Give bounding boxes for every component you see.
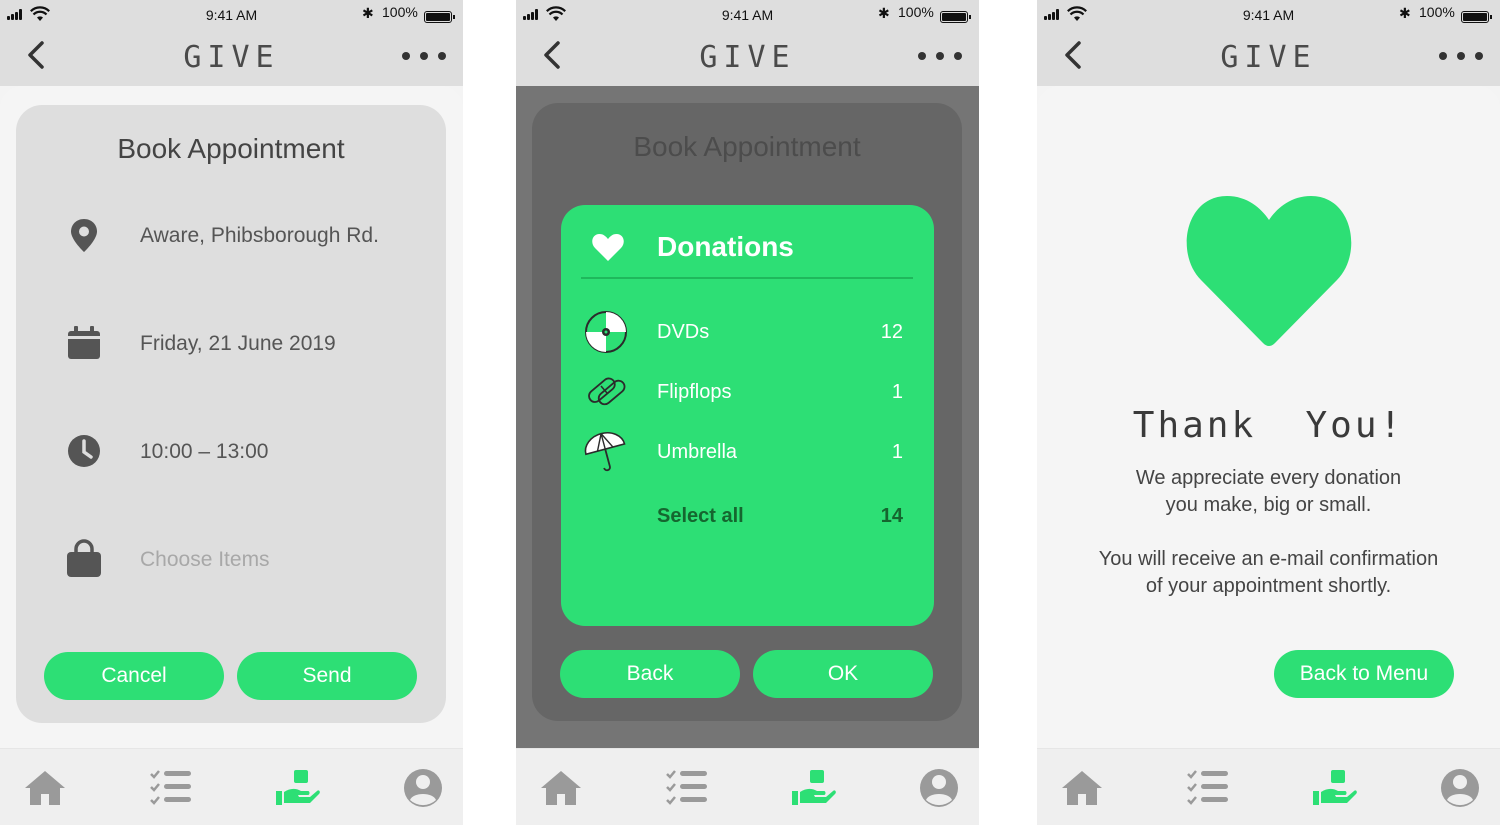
checklist-icon[interactable] — [1185, 767, 1231, 809]
battery-percent: 100% — [1419, 4, 1455, 20]
profile-icon[interactable] — [1437, 767, 1483, 809]
item-label: Umbrella — [657, 441, 738, 463]
confirmation-line-2: of your appointment shortly. — [1145, 575, 1392, 597]
disc-icon — [585, 311, 627, 353]
profile-icon[interactable] — [400, 767, 446, 809]
location-text: Aware, Phibsborough Rd. — [140, 224, 379, 247]
heart-icon — [1186, 196, 1352, 346]
top-bar: 9:41 AM ✱ 100% GIVE — [516, 0, 979, 86]
location-pin-icon — [71, 219, 97, 252]
tab-bar — [516, 748, 979, 825]
donation-item-dvds[interactable]: DVDs 12 — [583, 309, 903, 355]
card-title: Book Appointment — [117, 133, 345, 164]
bluetooth-icon: ✱ — [878, 5, 890, 21]
donations-modal: Donations DVDs 12 Flipflops 1 Umbrella 1… — [561, 205, 934, 626]
give-hand-icon[interactable] — [790, 767, 836, 809]
umbrella-icon — [584, 432, 626, 472]
heart-icon — [592, 234, 624, 261]
thank-you-heading: Thank You! — [1132, 405, 1405, 446]
time-text: 10:00 – 13:00 — [140, 440, 269, 463]
card-title-dimmed: Book Appointment — [633, 131, 861, 162]
select-all-row[interactable]: Select all 14 — [583, 493, 903, 539]
phone-thank-you: 9:41 AM ✱ 100% GIVE Thank You! We apprec… — [1037, 0, 1500, 825]
confirmation-line-1: You will receive an e-mail confirmation — [1098, 548, 1439, 570]
bluetooth-icon: ✱ — [362, 5, 374, 21]
select-all-count: 14 — [880, 505, 903, 527]
home-icon[interactable] — [22, 767, 68, 809]
donation-item-flipflops[interactable]: Flipflops 1 — [583, 369, 903, 415]
flipflops-icon — [588, 377, 626, 406]
home-icon[interactable] — [538, 767, 584, 809]
give-hand-icon[interactable] — [1311, 767, 1357, 809]
cancel-button[interactable]: Cancel — [44, 652, 224, 700]
top-bar: 9:41 AM ✱ 100% GIVE — [1037, 0, 1500, 86]
shopping-bag-icon — [67, 539, 101, 577]
battery-icon — [424, 11, 455, 23]
item-count: 1 — [891, 381, 903, 403]
more-options-icon[interactable] — [1439, 52, 1483, 62]
item-count: 1 — [891, 441, 903, 463]
battery-icon — [940, 11, 971, 23]
tab-bar — [1037, 748, 1500, 825]
more-options-icon[interactable] — [918, 52, 962, 62]
tab-bar — [0, 748, 463, 825]
give-hand-icon[interactable] — [274, 767, 320, 809]
app-title: GIVE — [183, 40, 280, 75]
choose-items-placeholder: Choose Items — [140, 548, 270, 571]
status-bar: 9:41 AM ✱ 100% — [516, 4, 979, 24]
donation-item-umbrella[interactable]: Umbrella 1 — [583, 429, 903, 475]
back-button[interactable]: Back — [560, 650, 740, 698]
phone-donations-modal: 9:41 AM ✱ 100% GIVE Book Appointment Don… — [516, 0, 979, 825]
battery-percent: 100% — [382, 4, 418, 20]
home-icon[interactable] — [1059, 767, 1105, 809]
send-button[interactable]: Send — [237, 652, 417, 700]
profile-icon[interactable] — [916, 767, 962, 809]
select-all-label: Select all — [657, 505, 744, 527]
divider — [581, 277, 913, 279]
ok-button[interactable]: OK — [753, 650, 933, 698]
app-title: GIVE — [1220, 40, 1317, 75]
top-bar: 9:41 AM ✱ 100% GIVE — [0, 0, 463, 86]
app-title: GIVE — [699, 40, 796, 75]
back-to-menu-button[interactable]: Back to Menu — [1274, 650, 1454, 698]
item-label: Flipflops — [657, 381, 732, 403]
more-options-icon[interactable] — [402, 52, 446, 62]
status-bar: 9:41 AM ✱ 100% — [1037, 4, 1500, 24]
date-text: Friday, 21 June 2019 — [140, 332, 336, 355]
checklist-icon[interactable] — [664, 767, 710, 809]
item-label: DVDs — [657, 321, 710, 343]
clock-icon — [68, 435, 100, 467]
status-bar: 9:41 AM ✱ 100% — [0, 4, 463, 24]
bluetooth-icon: ✱ — [1399, 5, 1411, 21]
appreciation-line-1: We appreciate every donation — [1135, 467, 1402, 489]
item-count: 12 — [880, 321, 903, 343]
appreciation-line-2: you make, big or small. — [1165, 494, 1372, 516]
calendar-icon — [68, 326, 100, 359]
checklist-icon[interactable] — [148, 767, 194, 809]
battery-icon — [1461, 11, 1492, 23]
modal-title: Donations — [657, 231, 794, 262]
battery-percent: 100% — [898, 4, 934, 20]
booking-card: Book Appointment Aware, Phibsborough Rd.… — [16, 105, 446, 723]
phone-book-appointment: 9:41 AM ✱ 100% GIVE Book Appointment Awa… — [0, 0, 463, 825]
